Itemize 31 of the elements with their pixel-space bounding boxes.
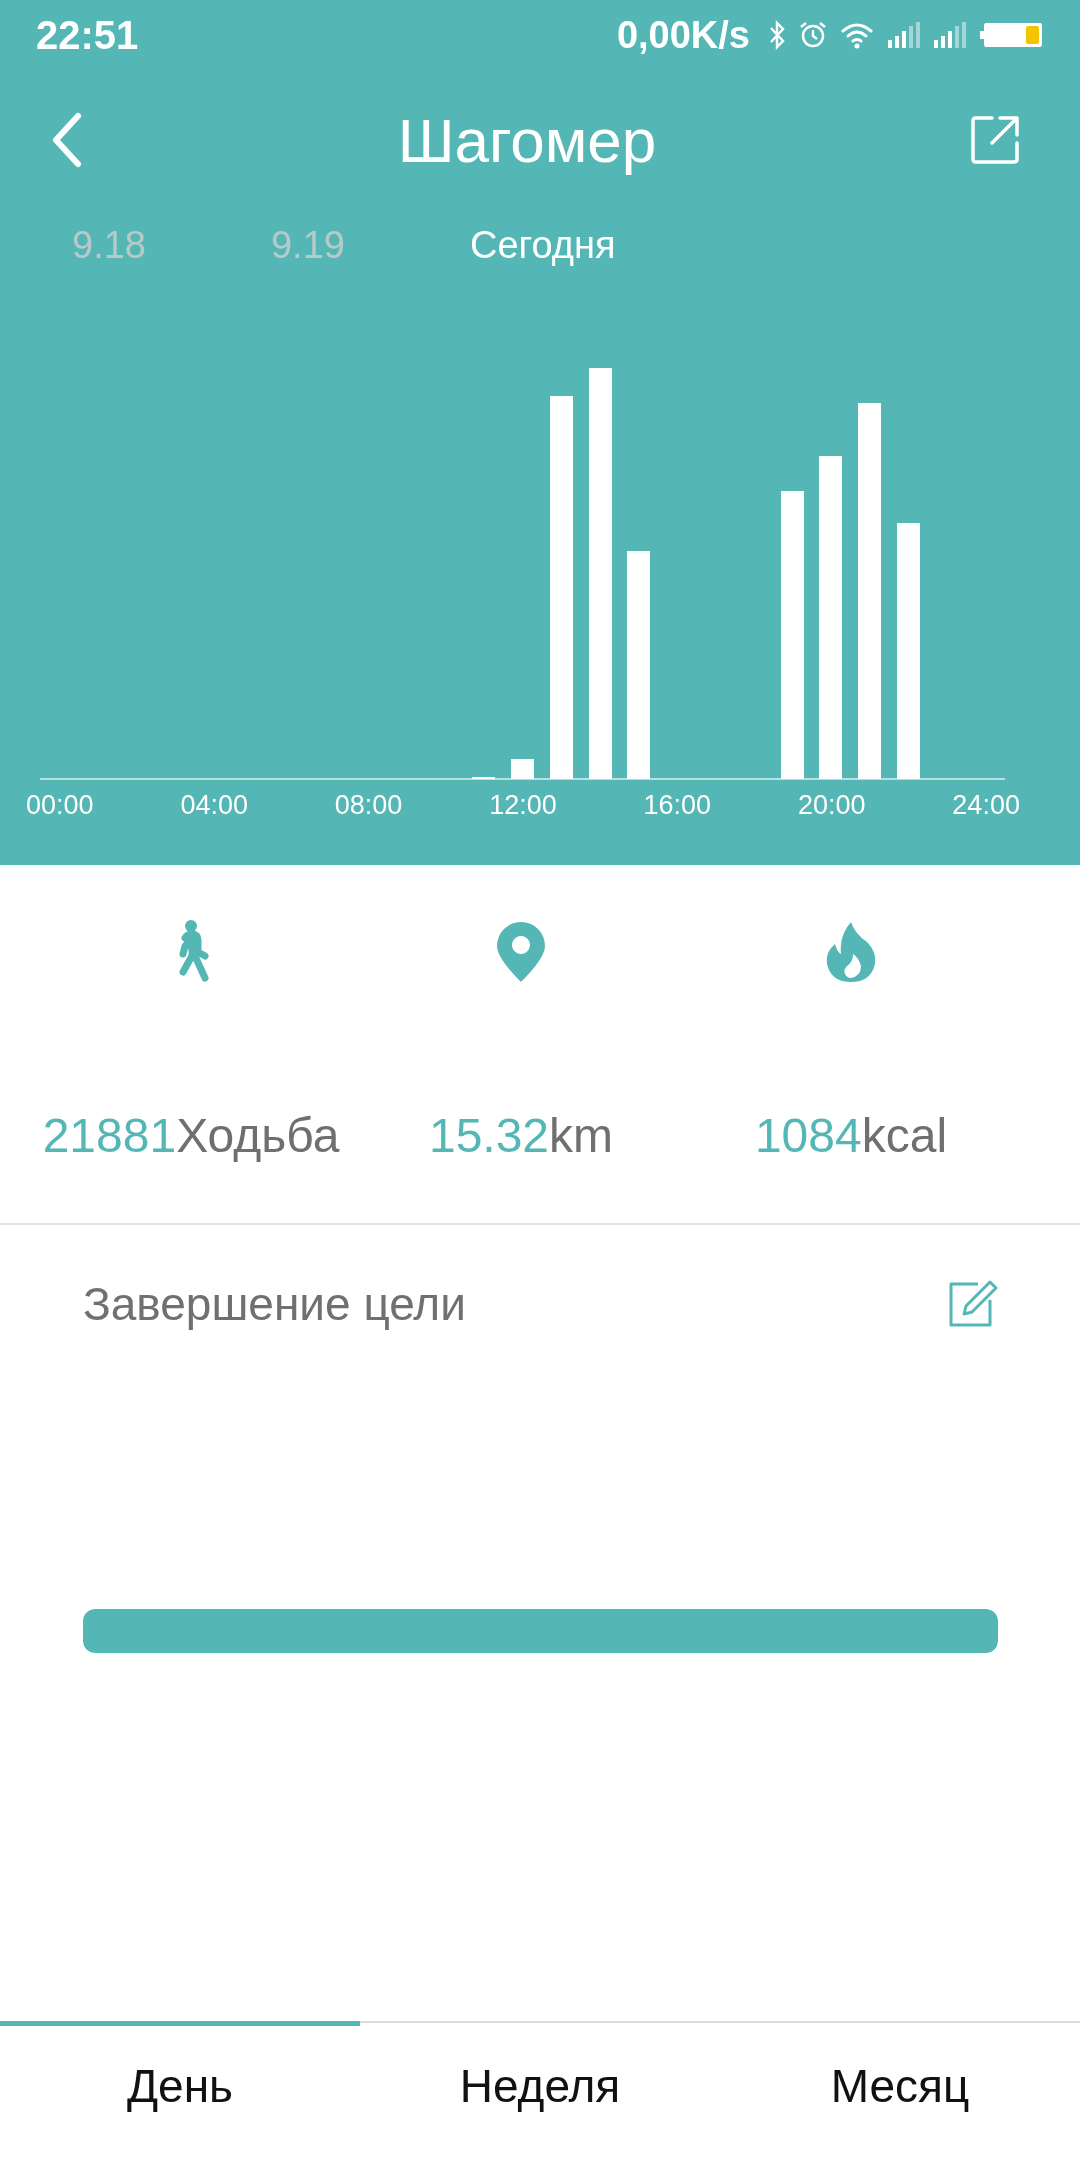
bluetooth-icon xyxy=(768,20,786,50)
stat-unit: kcal xyxy=(861,1109,948,1162)
axis-label: 04:00 xyxy=(180,789,248,821)
signal-icon xyxy=(886,22,920,48)
period-tab[interactable]: Неделя xyxy=(360,2021,720,2160)
page-title: Шагомер xyxy=(397,104,657,176)
stat-value: 15.32 xyxy=(428,1109,550,1162)
axis-label: 00:00 xyxy=(26,789,94,821)
stat-value: 21881 xyxy=(42,1109,177,1162)
network-speed: 0,00K/s xyxy=(616,13,750,57)
axis-label: 16:00 xyxy=(643,789,712,821)
edit-icon[interactable] xyxy=(948,1280,998,1328)
goal-title: Завершение цели xyxy=(83,1277,466,1331)
flame-icon xyxy=(825,920,877,984)
wifi-icon xyxy=(840,21,874,49)
status-time: 22:51 xyxy=(36,12,139,58)
signal-icon xyxy=(932,22,966,48)
axis-label: 20:00 xyxy=(797,789,866,821)
axis-label: 24:00 xyxy=(952,789,1020,821)
battery-icon xyxy=(978,20,1044,50)
location-pin-icon xyxy=(495,920,547,984)
stat-value: 1084 xyxy=(754,1109,862,1162)
period-tab[interactable]: День xyxy=(0,2021,360,2160)
back-icon[interactable] xyxy=(50,112,84,168)
stat-unit: Ходьба xyxy=(176,1109,340,1162)
axis-label: 12:00 xyxy=(489,789,557,821)
share-icon[interactable] xyxy=(970,115,1020,165)
axis-label: 08:00 xyxy=(334,789,403,821)
stat-unit: km xyxy=(549,1109,614,1162)
alarm-icon xyxy=(798,20,828,50)
period-tab[interactable]: Месяц xyxy=(720,2021,1080,2160)
